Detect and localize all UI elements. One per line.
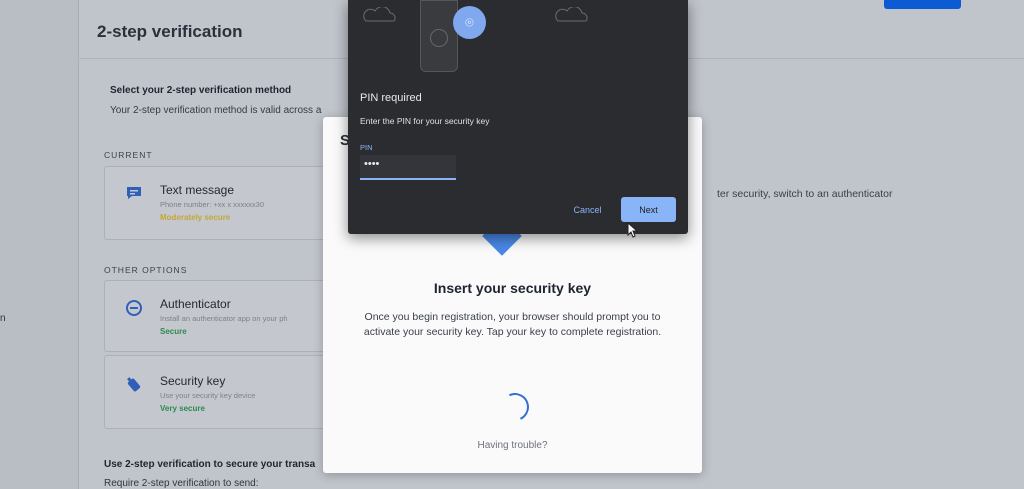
mouse-cursor-icon <box>627 221 639 243</box>
current-label: CURRENT <box>104 150 153 160</box>
method-section-title: Select your 2-step verification method <box>110 85 292 96</box>
next-button[interactable]: Next <box>621 197 676 222</box>
method-title: Security key <box>160 374 226 388</box>
cloud-icon <box>362 6 398 28</box>
top-action-button[interactable] <box>884 0 961 9</box>
method-detail: Phone number: +xx x xxxxxx30 <box>160 200 265 209</box>
method-title: Text message <box>160 183 235 197</box>
transaction-section-title: Use 2-step verification to secure your t… <box>104 459 316 470</box>
left-text-fragment: n <box>0 313 6 324</box>
method-detail: Install an authenticator app on your ph <box>160 314 288 323</box>
security-key-device-icon <box>420 0 458 72</box>
pin-input[interactable]: •••• <box>360 155 456 180</box>
fingerprint-icon: ⌾ <box>453 6 486 39</box>
method-status: Secure <box>160 327 187 336</box>
key-hole <box>430 29 448 47</box>
method-section-subtitle: Your 2-step verification method is valid… <box>110 105 322 116</box>
method-status: Very secure <box>160 404 205 413</box>
transaction-section-subtitle: Require 2-step verification to send: <box>104 478 259 489</box>
method-title: Authenticator <box>160 297 231 311</box>
cancel-button[interactable]: Cancel <box>561 198 614 222</box>
modal-title: Insert your security key <box>433 280 592 296</box>
chat-icon <box>125 185 143 206</box>
having-trouble-link[interactable]: Having trouble? <box>323 440 702 451</box>
method-status: Moderately secure <box>160 213 231 222</box>
dialog-title: PIN required <box>360 92 422 104</box>
cloud-icon <box>554 6 590 28</box>
pin-label: PIN <box>360 143 373 152</box>
pin-value: •••• <box>364 158 380 170</box>
pin-dialog: ⌾ PIN required Enter the PIN for your se… <box>348 0 688 234</box>
dialog-description: Enter the PIN for your security key <box>360 116 490 126</box>
key-icon <box>125 376 143 399</box>
authenticator-icon <box>125 299 143 322</box>
page-title: 2-step verification <box>97 22 243 41</box>
security-hint: ter security, switch to an authenticator <box>717 188 893 200</box>
other-options-label: OTHER OPTIONS <box>104 265 188 275</box>
loading-spinner-icon <box>497 389 533 425</box>
modal-description: Once you begin registration, your browse… <box>363 311 662 338</box>
method-detail: Use your security key device <box>160 391 256 400</box>
